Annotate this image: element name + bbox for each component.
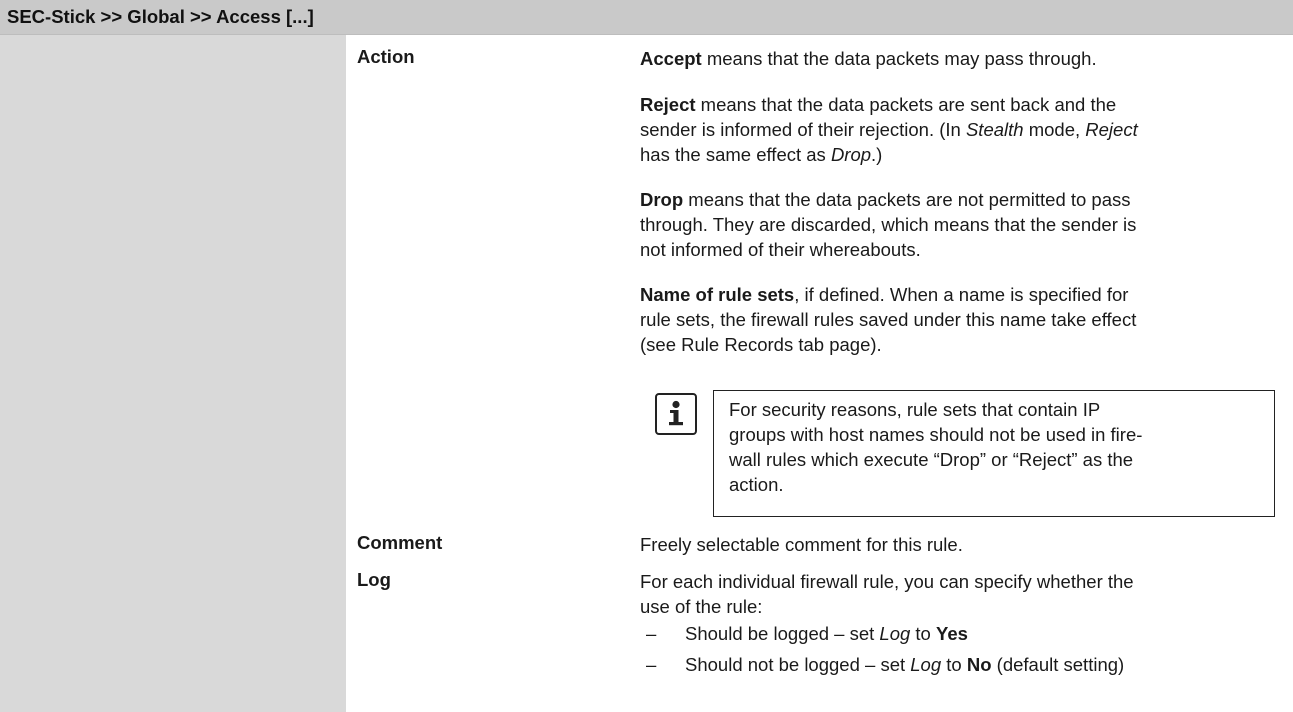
rulesets-line2: rule sets, the firewall rules saved unde…: [640, 309, 1137, 330]
reject-line3: has the same effect as: [640, 144, 831, 165]
bullet-italic: Log: [879, 623, 911, 644]
bullet-italic: Log: [910, 654, 942, 675]
accept-term: Accept: [640, 48, 702, 69]
left-margin-column: [0, 35, 346, 712]
reject-line3-end: .): [871, 144, 883, 165]
reject-line2a: sender is informed of their rejection. (…: [640, 119, 966, 140]
bullet-text: to: [910, 623, 936, 644]
reject-line2b: mode,: [1023, 119, 1086, 140]
drop-description: Drop means that the data packets are not…: [640, 187, 1280, 262]
comment-description: Freely selectable comment for this rule.: [640, 532, 1280, 557]
bullet-text: Should not be logged – set: [685, 654, 911, 675]
reject-line1: means that the data packets are sent bac…: [695, 94, 1117, 115]
bullet-text: (default setting): [991, 654, 1125, 675]
reject-term: Reject: [640, 94, 696, 115]
note-line: wall rules which execute “Drop” or “Reje…: [729, 449, 1134, 470]
log-description: For each individual firewall rule, you c…: [640, 569, 1280, 619]
security-note-box: For security reasons, rule sets that con…: [713, 390, 1275, 517]
note-line: For security reasons, rule sets that con…: [729, 399, 1101, 420]
rulesets-term: Name of rule sets: [640, 284, 795, 305]
drop-italic: Drop: [830, 144, 872, 165]
stealth-term: Stealth: [965, 119, 1024, 140]
rulesets-line1: , if defined. When a name is specified f…: [794, 284, 1129, 305]
page-title: SEC-Stick >> Global >> Access [...]: [7, 6, 314, 27]
accept-text: means that the data packets may pass thr…: [701, 48, 1097, 69]
bullet-bold: No: [966, 654, 992, 675]
action-label: Action: [357, 46, 415, 67]
bullet-dash: –: [646, 654, 657, 675]
note-line: action.: [729, 474, 784, 495]
rulesets-line3: (see Rule Records tab page).: [640, 334, 882, 355]
log-label: Log: [357, 569, 391, 590]
info-icon: [655, 393, 697, 435]
log-line2: use of the rule:: [640, 596, 763, 617]
accept-description: Accept means that the data packets may p…: [640, 46, 1280, 71]
bullet-dash: –: [646, 623, 657, 644]
log-line1: For each individual firewall rule, you c…: [640, 571, 1134, 592]
bullet-bold: Yes: [936, 623, 968, 644]
bullet-text: to: [941, 654, 967, 675]
comment-text: Freely selectable comment for this rule.: [640, 534, 963, 555]
drop-line1: means that the data packets are not perm…: [683, 189, 1131, 210]
note-line: groups with host names should not be use…: [729, 424, 1143, 445]
drop-line3: not informed of their whereabouts.: [640, 239, 921, 260]
bullet-text: Should be logged – set: [685, 623, 880, 644]
header-bar: SEC-Stick >> Global >> Access [...]: [0, 0, 1293, 35]
reject-description: Reject means that the data packets are s…: [640, 92, 1280, 167]
drop-line2: through. They are discarded, which means…: [640, 214, 1137, 235]
comment-label: Comment: [357, 532, 443, 553]
drop-term: Drop: [640, 189, 684, 210]
rulesets-description: Name of rule sets, if defined. When a na…: [640, 282, 1280, 357]
reject-italic: Reject: [1085, 119, 1138, 140]
